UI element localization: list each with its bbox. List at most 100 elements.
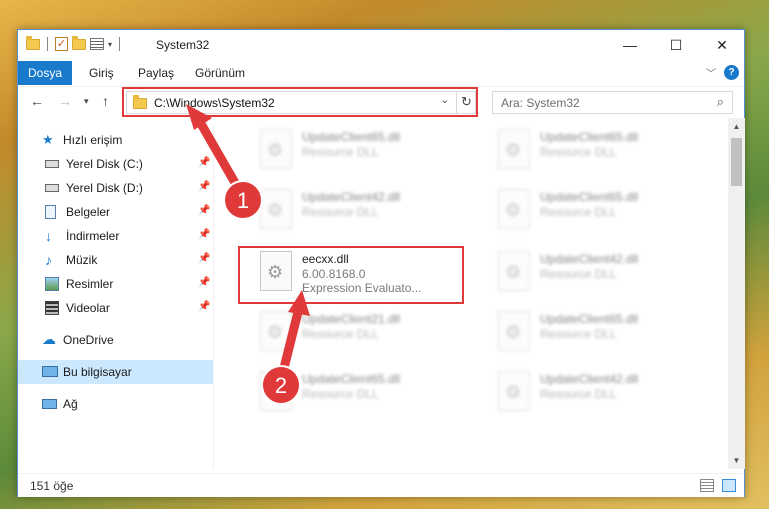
list-item[interactable]: UpdateClient21.dll Resource DLL <box>254 308 474 356</box>
tab-home[interactable]: Giriş <box>89 61 114 85</box>
address-row: ← → ▾ ↑ C:\Windows\System32 ⌄ ↻ Ara: Sys… <box>18 86 744 118</box>
list-item[interactable]: UpdateClient65.dll Resource DLL <box>492 186 712 234</box>
file-type: Resource DLL <box>302 327 379 341</box>
help-icon[interactable]: ? <box>724 65 739 80</box>
item-count: 151 öğe <box>30 479 74 493</box>
folder-icon[interactable] <box>26 35 40 50</box>
sidebar-item-label: Bu bilgisayar <box>63 365 132 379</box>
dll-file-icon <box>498 189 530 229</box>
list-item[interactable]: UpdateClient65.dll Resource DLL <box>254 368 474 416</box>
pictures-icon <box>45 277 59 291</box>
status-bar: 151 öğe <box>18 473 744 497</box>
address-highlight-box <box>122 87 478 117</box>
file-name: UpdateClient65.dll <box>540 312 639 326</box>
properties-check-icon[interactable]: ✓ <box>55 37 68 51</box>
search-input[interactable]: Ara: System32 ⌕ <box>492 91 733 114</box>
list-item[interactable]: UpdateClient65.dll Resource DLL <box>492 126 712 174</box>
sidebar-item-label: Videolar <box>66 301 110 315</box>
tab-view[interactable]: Görünüm <box>195 61 245 85</box>
sidebar-item-label: Yerel Disk (C:) <box>66 157 143 171</box>
up-arrow-icon[interactable]: ↑ <box>102 93 109 109</box>
details-view-icon[interactable] <box>700 479 714 492</box>
toolbar-divider <box>47 37 48 51</box>
sidebar-item-label: İndirmeler <box>66 229 120 243</box>
sidebar-item-pictures[interactable]: Resimler 📌 <box>18 272 213 296</box>
sidebar-item-quick-access[interactable]: ★ Hızlı erişim <box>18 128 213 152</box>
computer-icon <box>42 366 58 377</box>
sidebar-item-local-disk-c[interactable]: Yerel Disk (C:) 📌 <box>18 152 213 176</box>
file-name: UpdateClient65.dll <box>540 190 639 204</box>
sidebar-item-this-pc[interactable]: Bu bilgisayar <box>18 360 213 384</box>
list-item[interactable]: UpdateClient65.dll Resource DLL <box>254 126 474 174</box>
back-arrow-icon[interactable]: ← <box>30 93 44 109</box>
sidebar-item-label: Yerel Disk (D:) <box>66 181 143 195</box>
properties-icon[interactable] <box>90 38 104 50</box>
search-placeholder: Ara: System32 <box>501 96 580 110</box>
pin-icon[interactable]: 📌 <box>198 301 210 312</box>
customize-toolbar-icon[interactable]: ▾ <box>108 40 112 49</box>
pin-icon[interactable]: 📌 <box>198 277 210 288</box>
sidebar-item-label: Belgeler <box>66 205 111 219</box>
pin-icon[interactable]: 📌 <box>198 205 210 216</box>
quick-access-toolbar: ✓ ▾ <box>26 35 123 51</box>
sidebar-item-music[interactable]: ♪ Müzik 📌 <box>18 248 213 272</box>
window-title: System32 <box>156 38 210 52</box>
file-type: Resource DLL <box>540 145 617 159</box>
scroll-down-icon[interactable]: ▼ <box>728 452 745 469</box>
sidebar-item-label: Hızlı erişim <box>63 133 123 147</box>
sidebar-item-videos[interactable]: Videolar 📌 <box>18 296 213 320</box>
close-button[interactable]: ✕ <box>699 30 745 61</box>
scroll-thumb[interactable] <box>731 138 742 186</box>
pin-icon[interactable]: 📌 <box>198 229 210 240</box>
tab-file[interactable]: Dosya <box>18 61 72 85</box>
explorer-window: ✓ ▾ System32 — ☐ ✕ Dosya Giriş Paylaş Gö… <box>17 29 745 497</box>
vertical-scrollbar[interactable]: ▲ ▼ <box>728 118 745 469</box>
sidebar-item-label: Ağ <box>63 397 78 411</box>
maximize-button[interactable]: ☐ <box>653 30 699 61</box>
ribbon-tabs: Dosya Giriş Paylaş Görünüm ﹀ ? <box>18 61 744 85</box>
cloud-icon: ☁ <box>42 331 56 347</box>
scroll-up-icon[interactable]: ▲ <box>728 118 745 135</box>
list-item[interactable]: UpdateClient42.dll Resource DLL <box>254 186 474 234</box>
file-highlight-box <box>238 246 464 304</box>
dll-file-icon <box>498 311 530 351</box>
sidebar-item-downloads[interactable]: ↓ İndirmeler 📌 <box>18 224 213 248</box>
new-folder-icon[interactable] <box>72 35 86 50</box>
drive-icon <box>45 160 59 168</box>
sidebar-item-label: Müzik <box>66 253 98 267</box>
sidebar-item-documents[interactable]: Belgeler 📌 <box>18 200 213 224</box>
recent-locations-icon[interactable]: ▾ <box>84 96 89 107</box>
pin-icon[interactable]: 📌 <box>198 181 210 192</box>
sidebar-item-label: OneDrive <box>63 333 114 347</box>
drive-icon <box>45 184 59 192</box>
file-name: UpdateClient42.dll <box>302 190 401 204</box>
pin-icon[interactable]: 📌 <box>198 253 210 264</box>
file-name: UpdateClient42.dll <box>540 252 639 266</box>
file-type: Resource DLL <box>540 327 617 341</box>
file-type: Resource DLL <box>540 267 617 281</box>
dll-file-icon <box>498 129 530 169</box>
large-icons-view-icon[interactable] <box>722 479 736 492</box>
file-name: UpdateClient42.dll <box>540 372 639 386</box>
sidebar-item-local-disk-d[interactable]: Yerel Disk (D:) 📌 <box>18 176 213 200</box>
sidebar-item-network[interactable]: Ağ <box>18 392 213 416</box>
tab-share[interactable]: Paylaş <box>138 61 174 85</box>
sidebar-item-onedrive[interactable]: ☁ OneDrive <box>18 328 213 352</box>
minimize-button[interactable]: — <box>607 30 653 61</box>
expand-ribbon-icon[interactable]: ﹀ <box>706 65 716 80</box>
sidebar-item-label: Resimler <box>66 277 114 291</box>
file-type: Resource DLL <box>302 145 379 159</box>
search-icon[interactable]: ⌕ <box>717 94 724 110</box>
file-type: Resource DLL <box>302 387 379 401</box>
network-icon <box>42 399 57 409</box>
file-type: Resource DLL <box>540 387 617 401</box>
list-item[interactable]: UpdateClient42.dll Resource DLL <box>492 248 712 296</box>
list-item[interactable]: UpdateClient42.dll Resource DLL <box>492 368 712 416</box>
list-item[interactable]: UpdateClient65.dll Resource DLL <box>492 308 712 356</box>
dll-file-icon <box>498 371 530 411</box>
pin-icon[interactable]: 📌 <box>198 157 210 168</box>
file-name: UpdateClient65.dll <box>302 130 401 144</box>
forward-arrow-icon[interactable]: → <box>58 93 72 109</box>
navigation-pane: ★ Hızlı erişim Yerel Disk (C:) 📌 Yerel D… <box>18 125 213 469</box>
star-icon: ★ <box>42 132 54 147</box>
